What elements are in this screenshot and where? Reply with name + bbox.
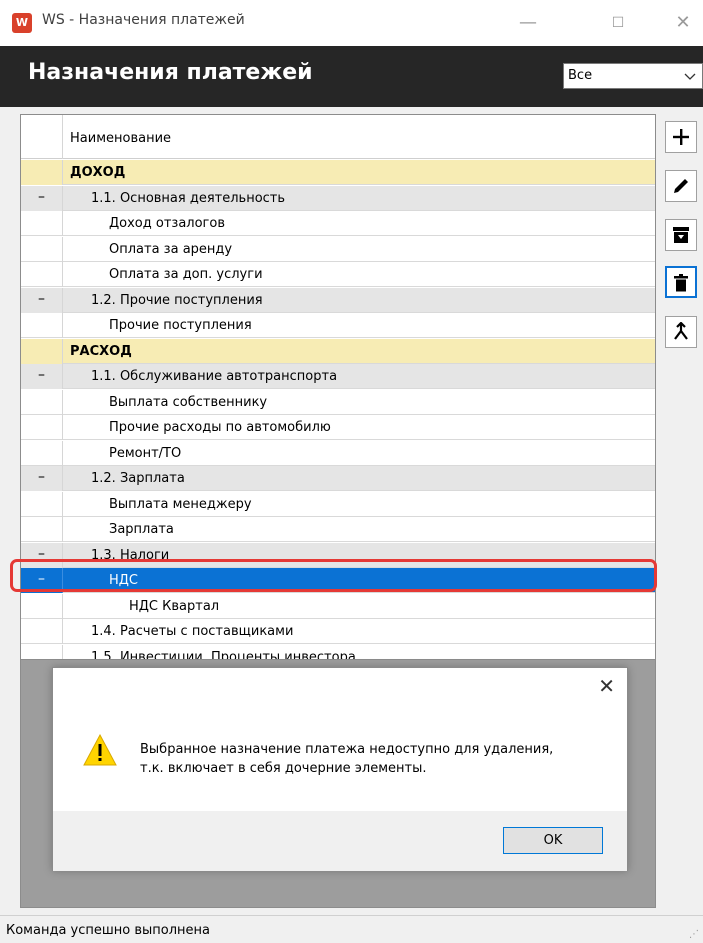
app-window: W WS - Назначения платежей — ☐ ✕ Назначе… <box>0 0 703 943</box>
row-label: Зарплата <box>109 522 174 537</box>
add-icon <box>673 129 689 145</box>
table-row[interactable]: Выплата собственнику <box>21 389 655 415</box>
row-collapse-marker <box>21 440 63 466</box>
row-label: 1.2. Зарплата <box>91 471 185 486</box>
edit-icon <box>674 179 688 193</box>
ok-button[interactable]: OK <box>503 827 603 854</box>
delete-button[interactable] <box>665 266 697 298</box>
row-collapse-marker <box>21 415 63 440</box>
archive-icon <box>673 227 689 243</box>
row-collapse-marker <box>21 236 63 262</box>
resize-grip-icon[interactable]: ⋰ <box>689 929 699 940</box>
row-collapse-marker <box>21 491 63 517</box>
table-row[interactable]: – 1.1. Основная деятельность <box>21 185 655 211</box>
delete-icon <box>674 274 688 292</box>
table-row[interactable]: – 1.2. Зарплата <box>21 466 655 491</box>
dialog-footer: OK <box>53 811 627 871</box>
merge-button[interactable] <box>665 316 697 348</box>
row-collapse-marker <box>21 262 63 287</box>
app-icon: W <box>12 13 32 33</box>
row-label: 1.2. Прочие поступления <box>91 292 263 308</box>
table-row[interactable]: Оплата за доп. услуги <box>21 262 655 287</box>
row-collapse-marker <box>21 313 63 338</box>
row-label: Ремонт/ТО <box>109 445 182 461</box>
filter-select-value: Все <box>568 68 593 83</box>
row-collapse-marker <box>21 160 63 185</box>
row-collapse-marker <box>21 619 63 644</box>
dialog-message: Выбранное назначение платежа недоступно … <box>140 740 553 778</box>
page-header: Назначения платежей Все <box>0 46 703 107</box>
close-button[interactable]: ✕ <box>665 8 701 38</box>
table-row[interactable]: Доход отзалогов <box>21 211 655 236</box>
table-row[interactable]: РАСХОД <box>21 338 655 364</box>
row-label: 1.1. Обслуживание автотранспорта <box>91 369 338 384</box>
status-text: Команда успешно выполнена <box>6 923 211 938</box>
row-label: Оплата за доп. услуги <box>109 267 263 282</box>
warning-dialog: ✕ Выбранное назначение платежа недоступн… <box>52 667 628 871</box>
row-collapse-marker[interactable]: – <box>21 185 63 211</box>
merge-icon <box>674 321 688 340</box>
dialog-close-button[interactable]: ✕ <box>598 674 615 698</box>
row-label: ДОХОД <box>70 165 126 180</box>
table-row[interactable]: Зарплата <box>21 517 655 542</box>
table-row[interactable]: Прочие поступления <box>21 313 655 338</box>
selection-highlight <box>10 559 657 592</box>
column-header-name[interactable]: Наименование <box>70 131 171 146</box>
table-row[interactable]: НДС Квартал <box>21 593 655 619</box>
title-bar: W WS - Назначения платежей — ☐ ✕ <box>0 0 703 46</box>
minimize-button[interactable]: — <box>510 8 546 38</box>
maximize-button[interactable]: ☐ <box>600 8 636 38</box>
row-label: 1.1. Основная деятельность <box>91 190 286 206</box>
row-collapse-marker <box>21 211 63 236</box>
warning-icon <box>83 733 117 770</box>
row-label: Прочие поступления <box>109 318 252 333</box>
row-collapse-marker <box>21 338 63 364</box>
add-button[interactable] <box>665 121 697 153</box>
row-collapse-marker[interactable]: – <box>21 466 63 491</box>
filter-select[interactable]: Все <box>563 63 703 89</box>
marker-column-header <box>21 115 63 159</box>
status-bar: Команда успешно выполнена ⋰ <box>0 915 703 943</box>
table-row[interactable]: ДОХОД <box>21 160 655 185</box>
row-collapse-marker <box>21 389 63 415</box>
row-label: 1.4. Расчеты с поставщиками <box>91 624 294 639</box>
row-collapse-marker[interactable]: – <box>21 364 63 389</box>
dialog-message-line2: т.к. включает в себя дочерние элементы. <box>140 761 427 776</box>
row-label: РАСХОД <box>70 343 132 359</box>
table-row[interactable]: Оплата за аренду <box>21 236 655 262</box>
row-label: Выплата менеджеру <box>109 496 252 512</box>
row-label: 1.5. Инвестиции. Проценты инвестора <box>91 649 356 660</box>
row-label: Прочие расходы по автомобилю <box>109 420 331 435</box>
window-title: WS - Назначения платежей <box>42 12 245 28</box>
table-row[interactable]: 1.4. Расчеты с поставщиками <box>21 619 655 644</box>
page-title: Назначения платежей <box>28 60 313 85</box>
row-collapse-marker[interactable]: – <box>21 287 63 313</box>
table-row[interactable]: 1.5. Инвестиции. Проценты инвестора <box>21 644 655 660</box>
dialog-message-line1: Выбранное назначение платежа недоступно … <box>140 742 554 757</box>
row-collapse-marker <box>21 644 63 659</box>
row-label: Оплата за аренду <box>109 241 233 257</box>
row-collapse-marker <box>21 593 63 619</box>
table-row[interactable]: Прочие расходы по автомобилю <box>21 415 655 440</box>
row-label: Выплата собственнику <box>109 394 268 410</box>
chevron-down-icon <box>684 66 696 90</box>
row-label: НДС Квартал <box>129 598 220 614</box>
row-label: Доход отзалогов <box>109 216 225 231</box>
archive-button[interactable] <box>665 219 697 251</box>
table-row[interactable]: Выплата менеджеру <box>21 491 655 517</box>
table-row[interactable]: – 1.2. Прочие поступления <box>21 287 655 313</box>
table-row[interactable]: Ремонт/ТО <box>21 440 655 466</box>
row-collapse-marker <box>21 517 63 542</box>
table-header: Наименование <box>21 115 655 159</box>
edit-button[interactable] <box>665 170 697 202</box>
table-row[interactable]: – 1.1. Обслуживание автотранспорта <box>21 364 655 389</box>
